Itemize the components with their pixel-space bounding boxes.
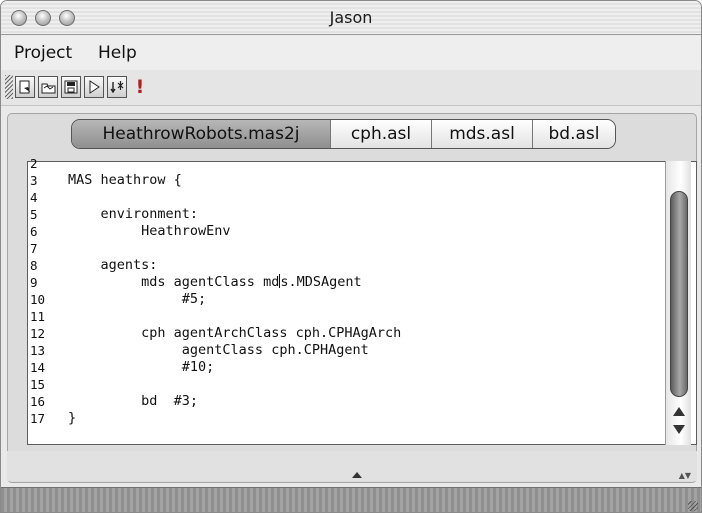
split-pane-handle-icon[interactable]	[352, 472, 362, 478]
scroll-up-arrow-icon[interactable]	[673, 407, 685, 416]
new-project-icon	[19, 80, 30, 94]
code-line: #5;	[68, 291, 207, 307]
code-line-text-after-caret: s.MDSAgent	[280, 274, 362, 290]
run-button[interactable]	[84, 76, 104, 98]
menu-bar: Project Help	[1, 36, 701, 70]
code-line-text: mds agentClass md	[68, 274, 280, 290]
code-editor[interactable]: 2 3 4 5 6 7 8 9 10 11 12 13 14 15 16 17 …	[27, 156, 697, 445]
line-number: 11	[30, 309, 46, 324]
line-number-gutter: 2 3 4 5 6 7 8 9 10 11 12 13 14 15 16 17	[30, 156, 56, 444]
line-number: 12	[30, 326, 46, 341]
tab-heathrowrobots-mas2j[interactable]: HeathrowRobots.mas2j	[72, 120, 330, 148]
code-line: cph agentArchClass cph.CPHAgArch	[68, 325, 402, 341]
code-lines[interactable]: MAS heathrow { environment: HeathrowEnv …	[68, 162, 658, 444]
code-line: agentClass cph.CPHAgent	[68, 342, 369, 358]
tab-bd-asl[interactable]: bd.asl	[532, 120, 615, 148]
tab-cph-asl[interactable]: cph.asl	[330, 120, 431, 148]
code-line: bd #3;	[68, 393, 199, 409]
line-number: 6	[30, 224, 38, 239]
debug-icon	[109, 80, 123, 93]
line-number: 13	[30, 343, 46, 358]
stop-button[interactable]: !	[133, 76, 147, 98]
menu-project[interactable]: Project	[14, 43, 72, 63]
scroll-down-arrow-icon[interactable]	[673, 425, 685, 434]
line-number: 15	[30, 377, 46, 392]
line-number: 10	[30, 292, 46, 307]
line-number: 2	[30, 156, 38, 171]
line-number: 8	[30, 258, 38, 273]
line-number: 4	[30, 190, 38, 205]
jason-window: Jason Project Help ! HeathrowRobots.mas2…	[0, 0, 702, 513]
line-number: 14	[30, 360, 46, 375]
run-icon	[89, 80, 100, 94]
code-line: environment:	[68, 206, 199, 222]
code-line: mds agentClass mds.MDSAgent	[68, 274, 362, 291]
stop-icon: !	[135, 76, 145, 98]
editor-vertical-scrollbar[interactable]	[665, 161, 691, 445]
tab-mds-asl[interactable]: mds.asl	[431, 120, 532, 148]
toolbar-grip-handle[interactable]	[5, 75, 13, 99]
line-number: 5	[30, 207, 38, 222]
new-project-button[interactable]	[15, 76, 35, 98]
resize-grip-icon[interactable]	[688, 501, 698, 511]
code-line: #10;	[68, 359, 215, 375]
line-number: 16	[30, 394, 46, 409]
split-arrows-icon[interactable]: ▲▼	[679, 471, 691, 480]
code-line: }	[68, 410, 77, 426]
save-button[interactable]	[61, 76, 81, 98]
code-line: MAS heathrow {	[68, 172, 182, 188]
title-bar: Jason	[1, 1, 701, 35]
code-line: agents:	[68, 257, 158, 273]
code-line: HeathrowEnv	[68, 223, 231, 239]
debug-button[interactable]	[107, 76, 127, 98]
line-number: 17	[30, 411, 46, 426]
scrollbar-thumb[interactable]	[670, 191, 688, 397]
window-title: Jason	[329, 8, 373, 27]
open-project-button[interactable]	[38, 76, 58, 98]
save-icon	[64, 80, 78, 94]
status-bar	[1, 487, 701, 512]
line-number: 3	[30, 173, 38, 188]
toolbar: !	[1, 70, 701, 106]
line-number: 7	[30, 241, 38, 256]
file-tabs: HeathrowRobots.mas2j cph.asl mds.asl bd.…	[71, 119, 616, 149]
line-number: 9	[30, 275, 38, 290]
menu-help[interactable]: Help	[98, 43, 137, 63]
open-project-icon	[41, 83, 55, 93]
